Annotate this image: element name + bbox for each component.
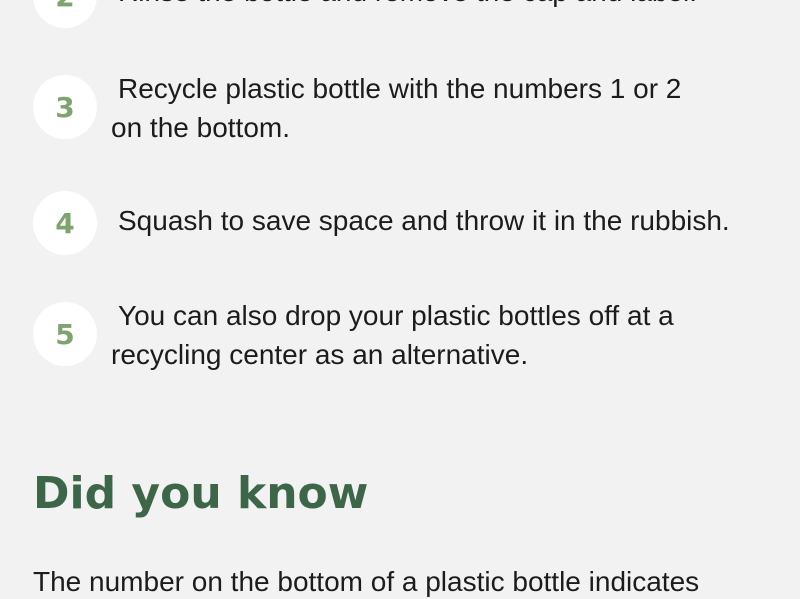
did-you-know-text: The number on the bottom of a plastic bo… [33, 566, 700, 597]
step-text: Recycle plastic bottle with the numbers … [111, 69, 791, 147]
step-number-circle: 3 [33, 75, 97, 139]
step-number-circle: 5 [33, 302, 97, 366]
did-you-know-heading: Did you know [33, 468, 369, 519]
page: 2 Rinse the bottle and remove the cap an… [0, 0, 800, 599]
step-number: 4 [55, 206, 75, 240]
step-text: You can also drop your plastic bottles o… [111, 296, 791, 374]
step-number: 2 [55, 0, 74, 13]
step-text-line-1: Rinse the bottle and remove the cap and … [111, 0, 791, 11]
step-number: 5 [55, 317, 75, 351]
step-text-line-1: You can also drop your plastic bottles o… [118, 300, 674, 331]
step-number-circle: 4 [33, 191, 97, 255]
step-text-line-2: recycling center as an alternative. [111, 339, 529, 370]
step-text: Rinse the bottle and remove the cap and … [111, 0, 791, 11]
step-number-circle: 2 [33, 0, 97, 28]
step-text-line-2: on the bottom. [111, 112, 291, 143]
step-text: Squash to save space and throw it in the… [111, 201, 791, 240]
step-number: 3 [55, 90, 75, 124]
step-text-line-1: Recycle plastic bottle with the numbers … [118, 73, 682, 104]
step-text-line-1: Squash to save space and throw it in the… [118, 205, 730, 236]
